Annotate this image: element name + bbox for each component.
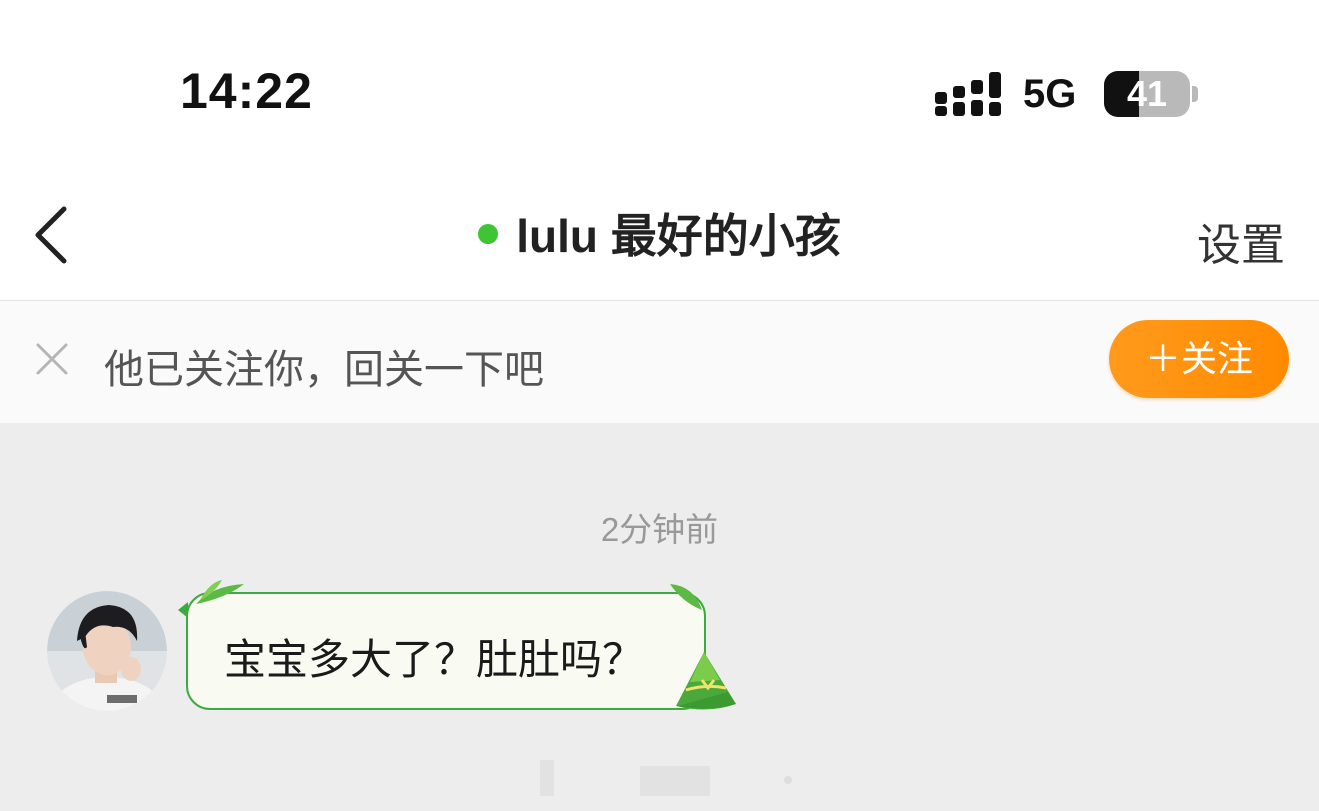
- status-time: 14:22: [180, 63, 313, 119]
- battery-level: 41: [1126, 73, 1168, 114]
- zongzi-icon: [676, 652, 736, 710]
- follow-back-text: 他已关注你，回关一下吧: [104, 348, 544, 392]
- follow-button[interactable]: ＋关注: [1109, 320, 1289, 398]
- signal-strength-icon: [935, 72, 1001, 116]
- bamboo-leaf-icon: [196, 580, 244, 604]
- chat-header: lulu 最好的小孩 设置: [0, 185, 1319, 301]
- network-type: 5G: [1023, 72, 1077, 116]
- follow-back-banner: 他已关注你，回关一下吧 ＋关注: [0, 301, 1319, 423]
- settings-button[interactable]: 设置: [1197, 209, 1285, 273]
- user-avatar[interactable]: [47, 591, 167, 711]
- chat-title: lulu 最好的小孩: [516, 210, 841, 262]
- battery-icon: 41: [1104, 71, 1190, 117]
- chat-title-group: lulu 最好的小孩: [0, 185, 1319, 281]
- message-text: 宝宝多大了？肚肚吗？: [224, 636, 645, 683]
- message-timestamp: 2分钟前: [600, 511, 719, 548]
- battery-tip: [1192, 86, 1198, 102]
- message-bubble[interactable]: 宝宝多大了？肚肚吗？: [186, 592, 706, 710]
- online-status-dot: [478, 224, 499, 244]
- watermark-graphic: [540, 760, 792, 796]
- close-icon[interactable]: [32, 339, 72, 379]
- bamboo-leaf-icon: [670, 584, 702, 610]
- status-bar: 14:22 5G 41: [0, 0, 1319, 185]
